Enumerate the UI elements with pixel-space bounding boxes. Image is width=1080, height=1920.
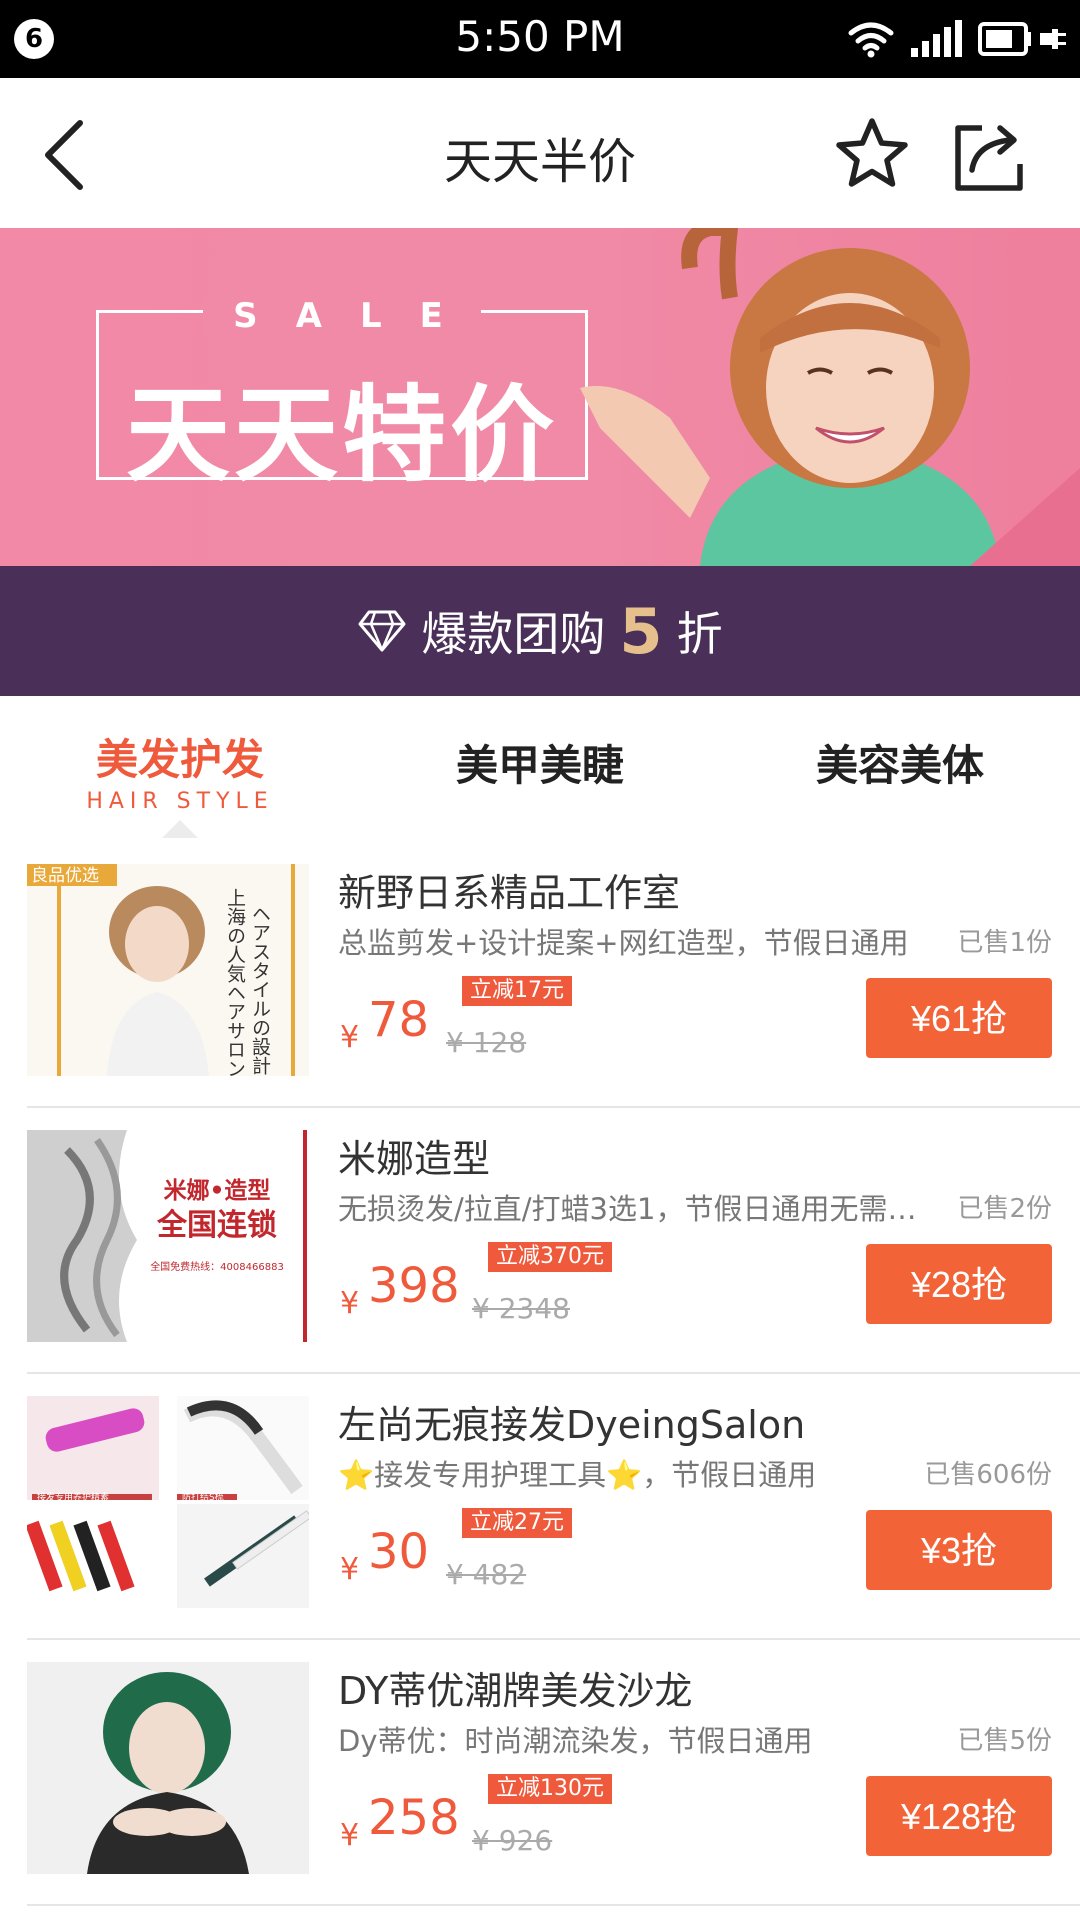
sold-count: 已售2份 [957,1194,1052,1224]
original-price: ¥ 128 [446,1026,527,1059]
status-bar: 6 5:50 PM [0,0,1080,78]
share-icon [955,125,1023,191]
category-tabs: 美发护发 HAIR STYLE 美甲美睫 美容美体 [0,696,1080,842]
original-price: ¥ 482 [446,1558,527,1591]
original-price: ¥ 926 [472,1824,553,1857]
discount-badge: 立减17元 [462,976,572,1006]
list-item[interactable]: 接发专用养护精素 防打结S梳 左尚无痕接发DyeingSalon ⭐接发专用护理… [0,1374,1080,1640]
svg-text:全国免费热线：4008466883: 全国免费热线：4008466883 [150,1260,284,1273]
divider [27,1904,1080,1906]
original-price: ¥ 2348 [472,1292,570,1325]
shop-image: 接发专用养护精素 防打结S梳 [27,1396,309,1608]
currency-symbol: ¥ [340,1286,360,1321]
deal-description: Dy蒂优：时尚潮流染发，节假日通用 [338,1724,813,1758]
sale-label: SALE [96,296,588,336]
discount-badge: 立减370元 [488,1242,612,1272]
discount-badge: 立减130元 [488,1774,612,1804]
tab-nail-lash[interactable]: 美甲美睫 [360,696,720,842]
nav-bar: 天天半价 [0,78,1080,228]
active-tab-indicator [162,820,198,838]
currency-symbol: ¥ [340,1818,360,1853]
list-item[interactable]: DY蒂优潮牌美发沙龙 Dy蒂优：时尚潮流染发，节假日通用 已售5份 ¥ 258 … [0,1640,1080,1906]
tab-label: 美发护发 [95,735,264,784]
banner-title: 天天特价 [125,374,558,496]
deal-price: 398 [368,1258,460,1314]
svg-text:米娜•造型: 米娜•造型 [164,1177,271,1204]
deal-price: 30 [368,1524,430,1580]
strip-text: 爆款团购 [421,607,606,661]
deal-description: 无损烫发/拉直/打蜡3选1，节假日通用无需预约 [338,1192,920,1226]
share-button[interactable] [950,114,1030,194]
tab-label: 美甲美睫 [455,741,624,790]
discount-badge: 立减27元 [462,1508,572,1538]
shop-name: 左尚无痕接发DyeingSalon [338,1403,806,1447]
shop-name: DY蒂优潮牌美发沙龙 [338,1669,693,1713]
promo-banner[interactable]: SALE 天天特价 [0,228,1080,566]
shop-image: 良品优选 ヘアスタイルの設計 上海の人気ヘアサロン [27,864,309,1076]
list-item[interactable]: 米娜•造型 全国连锁 全国免费热线：4008466883 米娜造型 无损烫发/拉… [0,1108,1080,1374]
svg-text:上海の人気ヘアサロン: 上海の人気ヘアサロン [224,888,246,1076]
deal-price: 78 [368,992,430,1048]
strip-suffix: 折 [676,607,723,661]
tab-sublabel: HAIR STYLE [86,789,274,814]
signal-icon [911,20,962,57]
deal-description: ⭐接发专用护理工具⭐，节假日通用 [338,1458,817,1492]
model-photo [580,228,1080,566]
list-item[interactable]: 良品优选 ヘアスタイルの設計 上海の人気ヘアサロン 新野日系精品工作室 总监剪发… [0,842,1080,1108]
currency-symbol: ¥ [340,1552,360,1587]
svg-text:良品优选: 良品优选 [31,866,99,886]
grab-deal-button[interactable]: ¥61抢 [866,978,1052,1058]
sold-count: 已售1份 [957,928,1052,958]
svg-text:全国连锁: 全国连锁 [156,1208,277,1243]
tab-beauty-body[interactable]: 美容美体 [720,696,1080,842]
deal-price: 258 [368,1790,460,1846]
tab-label: 美容美体 [815,741,984,790]
grab-deal-button[interactable]: ¥128抢 [866,1776,1052,1856]
page-title: 天天半价 [443,134,636,190]
shop-name: 新野日系精品工作室 [338,871,681,915]
star-icon [836,118,908,187]
currency-symbol: ¥ [340,1020,360,1055]
deal-description: 总监剪发+设计提案+网红造型，节假日通用 [338,926,909,960]
shop-image: 米娜•造型 全国连锁 全国免费热线：4008466883 [27,1130,309,1342]
shop-name: 米娜造型 [338,1137,491,1181]
favorite-button[interactable] [832,114,912,194]
wifi-icon [848,22,894,58]
shop-image [27,1662,309,1874]
grab-deal-button[interactable]: ¥3抢 [866,1510,1052,1590]
svg-text:ヘアスタイルの設計: ヘアスタイルの設計 [249,904,271,1075]
sold-count: 已售5份 [957,1726,1052,1756]
diamond-icon [358,610,406,652]
grab-deal-button[interactable]: ¥28抢 [866,1244,1052,1324]
status-icons [848,16,1068,62]
sold-count: 已售606份 [924,1460,1052,1490]
battery-icon [978,22,1066,56]
promo-strip: 爆款团购 5 折 [0,566,1080,696]
strip-discount-number: 5 [619,594,663,668]
